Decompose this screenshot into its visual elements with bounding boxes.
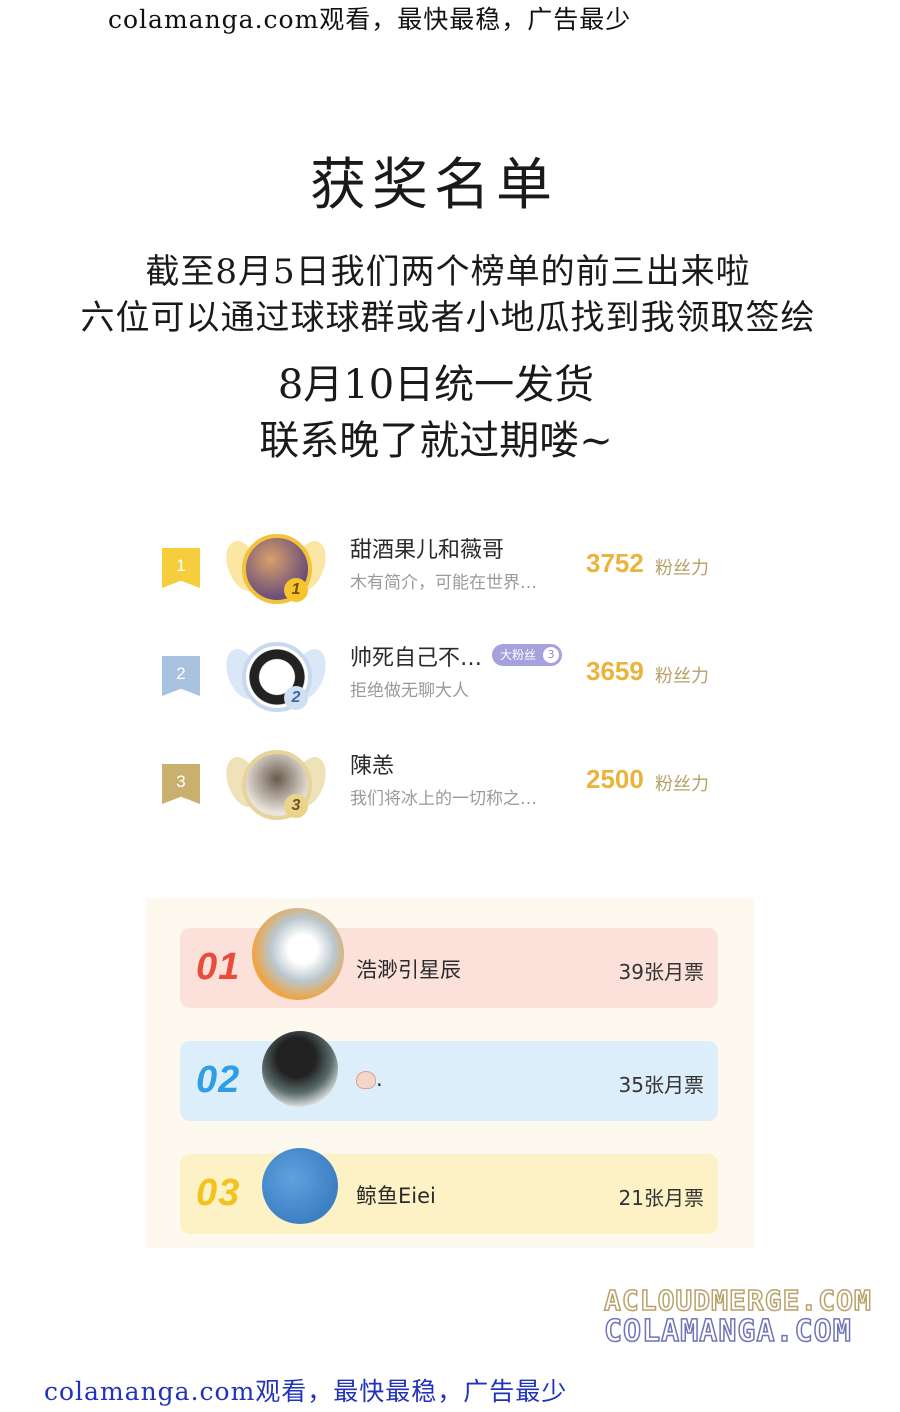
ticket-rank-number: 01 — [196, 946, 241, 988]
avatar[interactable]: 3 — [220, 742, 332, 834]
fan-badge-level: 3 — [543, 647, 560, 663]
ticket-rank-row[interactable]: 01 浩渺引星辰 39张月票 — [180, 908, 718, 1008]
site-watermark: ACLOUDMERGE.COM — [603, 1283, 872, 1318]
fan-badge-label: 大粉丝 — [500, 648, 537, 662]
user-name[interactable]: 陳恙 — [350, 748, 394, 780]
fan-rank-row[interactable]: 1 1 甜酒果儿和薇哥 木有简介，可能在世界… 3752 粉丝力 — [160, 526, 730, 626]
fan-score: 3659 — [586, 656, 644, 686]
watermark-top: colamanga.com观看，最快最稳，广告最少 — [108, 5, 632, 34]
user-name[interactable]: 鲸鱼Eiei — [356, 1180, 436, 1210]
rank-badge: 2 — [284, 686, 308, 710]
avatar[interactable] — [252, 908, 344, 1000]
fan-score-unit: 粉丝力 — [655, 666, 709, 687]
announcement-line-2: 六位可以通过球球群或者小地瓜找到我领取签绘 — [80, 298, 816, 338]
avatar[interactable]: 1 — [220, 526, 332, 618]
ticket-count: 39张月票 — [618, 960, 704, 984]
fan-level-badge: 大粉丝 3 — [492, 644, 563, 666]
announcement-line-3: 8月10日统一发货 — [277, 362, 595, 408]
rank-badge: 3 — [284, 794, 308, 818]
fan-score-unit: 粉丝力 — [655, 774, 709, 795]
user-name[interactable]: 浩渺引星辰 — [356, 954, 461, 984]
user-bio: 拒绝做无聊大人 — [350, 681, 469, 701]
page-title: 获奖名单 — [310, 153, 558, 218]
ticket-rank-row[interactable]: 02 . 35张月票 — [180, 1031, 718, 1121]
avatar[interactable] — [262, 1031, 338, 1107]
user-name[interactable]: 帅死自己不… — [350, 640, 482, 672]
watermark-bottom: colamanga.com观看，最快最稳，广告最少 — [44, 1377, 568, 1406]
fan-rank-row[interactable]: 2 2 帅死自己不… 大粉丝 3 拒绝做无聊大人 3659 粉丝力 — [160, 634, 730, 734]
avatar[interactable] — [262, 1148, 338, 1224]
user-name[interactable]: 甜酒果儿和薇哥 — [350, 532, 504, 564]
announcement-line-4: 联系晚了就过期喽~ — [259, 418, 613, 464]
rank-flag: 3 — [162, 764, 200, 804]
rank-badge: 1 — [284, 578, 308, 602]
ticket-count: 35张月票 — [618, 1073, 704, 1097]
ticket-rank-number: 02 — [196, 1059, 241, 1101]
ticket-rank-row[interactable]: 03 鲸鱼Eiei 21张月票 — [180, 1148, 718, 1234]
rank-flag: 2 — [162, 656, 200, 696]
fan-score: 2500 — [586, 764, 644, 794]
fan-score-unit: 粉丝力 — [655, 558, 709, 579]
ticket-rank-number: 03 — [196, 1172, 241, 1214]
user-bio: 我们将冰上的一切称之… — [350, 789, 537, 809]
site-watermark: COLAMANGA.COM — [603, 1313, 852, 1350]
fan-rank-row[interactable]: 3 3 陳恙 我们将冰上的一切称之… 2500 粉丝力 — [160, 742, 730, 842]
avatar[interactable]: 2 — [220, 634, 332, 726]
monthly-ticket-panel: 01 浩渺引星辰 39张月票 02 . 35张月票 03 鲸鱼Eiei 21张月… — [146, 898, 754, 1248]
announcement-line-1: 截至8月5日我们两个榜单的前三出来啦 — [145, 252, 751, 292]
user-bio: 木有简介，可能在世界… — [350, 573, 537, 593]
fan-score: 3752 — [586, 548, 644, 578]
user-name[interactable]: . — [356, 1067, 383, 1091]
ticket-count: 21张月票 — [618, 1186, 704, 1210]
name-emoji-icon — [356, 1071, 376, 1089]
rank-flag: 1 — [162, 548, 200, 588]
